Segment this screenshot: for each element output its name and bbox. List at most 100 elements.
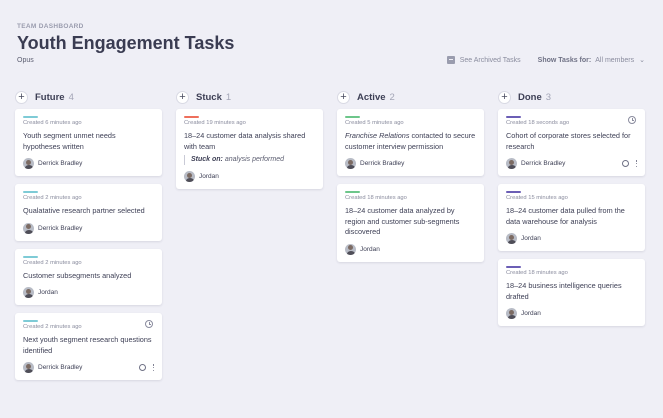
avatar bbox=[506, 233, 517, 244]
column-count: 1 bbox=[225, 91, 232, 103]
stuck-note: Stuck on: analysis performed bbox=[184, 155, 315, 165]
column-name: Done bbox=[518, 91, 542, 103]
task-card[interactable]: Created 2 minutes ago Qualatative resear… bbox=[15, 184, 162, 241]
column-stuck: + Stuck 1 Created 19 minutes ago 18–24 c… bbox=[176, 90, 323, 388]
status-bar bbox=[506, 116, 521, 118]
task-card[interactable]: Created 2 minutes ago Customer subsegmen… bbox=[15, 248, 162, 305]
task-meta: Derrick Bradley bbox=[506, 158, 637, 169]
add-task-button[interactable]: + bbox=[337, 90, 350, 104]
plus-icon: + bbox=[179, 90, 186, 103]
task-title: 18–24 customer data analysis shared with… bbox=[184, 131, 306, 151]
page-title: Youth Engagement Tasks bbox=[17, 33, 235, 53]
task-meta: Jordan bbox=[345, 243, 476, 255]
avatar bbox=[345, 158, 356, 169]
add-task-button[interactable]: + bbox=[15, 90, 28, 104]
task-card[interactable]: Created 18 seconds ago Cohort of corpora… bbox=[498, 109, 645, 176]
add-task-button[interactable]: + bbox=[498, 90, 511, 104]
task-owner: Derrick Bradley bbox=[38, 160, 83, 167]
created-time: Created 19 minutes ago bbox=[184, 120, 246, 126]
status-bar bbox=[23, 191, 38, 193]
dashboard-eyebrow: TEAM DASHBOARD bbox=[17, 23, 84, 30]
page-header: TEAM DASHBOARD Youth Engagement Tasks Op… bbox=[17, 23, 234, 64]
plus-icon: + bbox=[501, 90, 508, 103]
task-meta: Derrick Bradley bbox=[23, 362, 154, 373]
github-icon[interactable] bbox=[138, 364, 146, 371]
created-time: Created 2 minutes ago bbox=[23, 259, 82, 266]
column-name: Active bbox=[357, 91, 386, 103]
task-title: Franchise Relations contacted to secure … bbox=[345, 131, 476, 152]
clock-icon bbox=[628, 116, 636, 124]
more-vertical-icon[interactable] bbox=[152, 364, 154, 371]
task-owner: Jordan bbox=[521, 235, 541, 242]
show-tasks-label: Show Tasks for: bbox=[537, 56, 592, 64]
show-tasks-select[interactable]: All members ⌄ bbox=[595, 56, 645, 65]
task-title: Customer subsegments analyzed bbox=[23, 270, 132, 280]
avatar bbox=[506, 158, 517, 169]
org-name: Opus bbox=[17, 57, 34, 64]
task-title: Cohort of corporate stores selected for … bbox=[506, 131, 631, 151]
task-meta: Jordan bbox=[506, 233, 637, 244]
column-count: 4 bbox=[68, 91, 74, 103]
column-count: 3 bbox=[545, 91, 552, 103]
task-title: Qualatative research partner selected bbox=[23, 206, 145, 215]
created-time: Created 5 minutes ago bbox=[345, 120, 404, 126]
task-meta: Jordan bbox=[184, 171, 315, 182]
created-time: Created 2 minutes ago bbox=[23, 324, 82, 330]
status-bar bbox=[23, 320, 38, 322]
column-name: Future bbox=[35, 91, 65, 103]
status-bar bbox=[345, 116, 360, 118]
column-header: + Future 4 bbox=[15, 90, 162, 104]
column-header: + Stuck 1 bbox=[176, 90, 323, 104]
see-archived-label: See Archived Tasks bbox=[459, 56, 521, 64]
avatar bbox=[23, 362, 34, 373]
task-card[interactable]: Created 18 minutes ago 18–24 customer da… bbox=[337, 184, 484, 262]
status-bar bbox=[506, 191, 521, 193]
column-name: Stuck bbox=[196, 91, 222, 103]
task-card[interactable]: Created 2 minutes ago Next youth segment… bbox=[15, 313, 162, 380]
created-time: Created 15 minutes ago bbox=[506, 195, 568, 201]
more-vertical-icon[interactable] bbox=[635, 160, 637, 167]
add-task-button[interactable]: + bbox=[176, 90, 189, 104]
task-card[interactable]: Created 6 minutes ago Youth segment unme… bbox=[15, 109, 162, 176]
task-card[interactable]: Created 19 minutes ago 18–24 customer da… bbox=[176, 109, 323, 189]
column-active: + Active 2 Created 5 minutes ago Franchi… bbox=[337, 90, 484, 388]
created-time: Created 18 minutes ago bbox=[506, 270, 568, 276]
task-card[interactable]: Created 5 minutes ago Franchise Relation… bbox=[337, 109, 484, 176]
task-title: 18–24 business intelligence queries draf… bbox=[506, 281, 622, 301]
task-owner: Derrick Bradley bbox=[521, 160, 566, 167]
status-bar bbox=[23, 255, 38, 258]
clock-icon bbox=[145, 320, 153, 328]
task-title: Next youth segment research questions id… bbox=[23, 335, 152, 355]
task-card[interactable]: Created 18 minutes ago 18–24 business in… bbox=[498, 259, 645, 326]
task-owner: Jordan bbox=[38, 289, 58, 296]
status-bar bbox=[184, 116, 199, 118]
show-tasks-value: All members bbox=[595, 56, 635, 64]
task-meta: Derrick Bradley bbox=[23, 158, 154, 169]
card-actions bbox=[621, 160, 637, 167]
avatar bbox=[184, 171, 195, 182]
task-owner: Jordan bbox=[521, 310, 541, 317]
task-card[interactable]: Created 15 minutes ago 18–24 customer da… bbox=[498, 184, 645, 251]
avatar bbox=[506, 308, 517, 319]
column-header: + Active 2 bbox=[337, 90, 484, 104]
status-bar bbox=[345, 191, 360, 193]
toolbar: See Archived Tasks Show Tasks for: All m… bbox=[446, 56, 645, 65]
see-archived-button[interactable]: See Archived Tasks bbox=[446, 56, 521, 64]
task-title: 18–24 customer data analyzed by region a… bbox=[345, 206, 460, 236]
status-bar bbox=[23, 116, 38, 118]
task-owner: Derrick Bradley bbox=[38, 364, 83, 371]
task-board: + Future 4 Created 6 minutes ago Youth s… bbox=[15, 90, 659, 388]
stuck-label: Stuck on: bbox=[191, 156, 223, 163]
column-future: + Future 4 Created 6 minutes ago Youth s… bbox=[15, 90, 162, 388]
task-owner: Jordan bbox=[360, 245, 380, 253]
created-time: Created 6 minutes ago bbox=[23, 120, 82, 126]
column-header: + Done 3 bbox=[498, 90, 645, 104]
avatar bbox=[23, 287, 34, 298]
card-actions bbox=[138, 364, 154, 371]
column-done: + Done 3 Created 18 seconds ago Cohort o… bbox=[498, 90, 645, 388]
github-icon[interactable] bbox=[621, 160, 629, 167]
task-title: 18–24 customer data pulled from the data… bbox=[506, 206, 625, 226]
plus-icon: + bbox=[18, 90, 25, 103]
task-title: Youth segment unmet needs hypotheses wri… bbox=[23, 131, 116, 151]
status-bar bbox=[506, 266, 521, 268]
